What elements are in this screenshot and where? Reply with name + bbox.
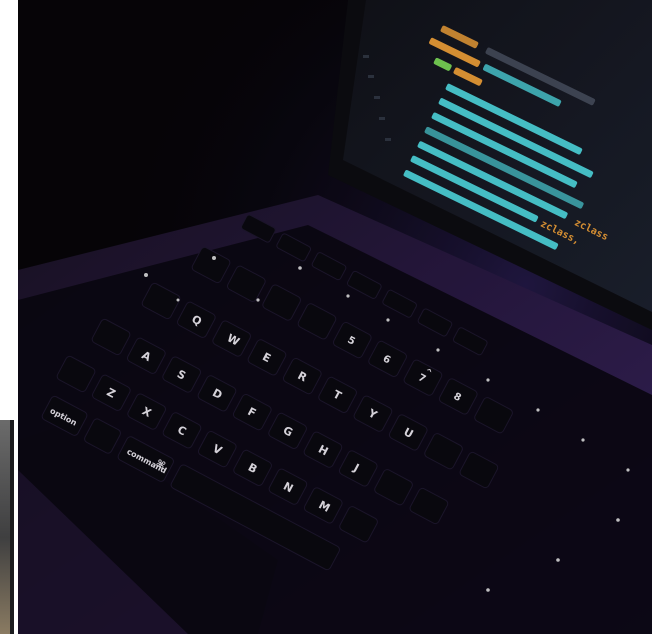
adjacent-photo-graphic <box>0 420 14 634</box>
adjacent-photo-sliver <box>0 420 14 634</box>
laptop-photo: zclass zclass, option command ⌘ Z X C V … <box>18 0 652 634</box>
laptop-photo-scene: zclass zclass, option command ⌘ Z X C V … <box>18 0 652 634</box>
